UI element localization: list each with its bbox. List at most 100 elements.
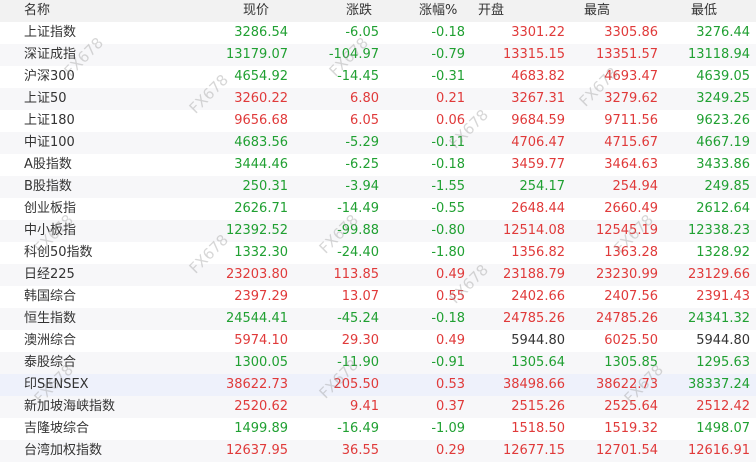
open-cell: 1518.50 bbox=[511, 421, 565, 436]
open-cell: 2515.26 bbox=[511, 399, 565, 414]
open-cell: 2648.44 bbox=[511, 201, 565, 216]
change-cell: -14.49 bbox=[337, 201, 379, 216]
high-cell: 3464.63 bbox=[604, 157, 658, 172]
table-row[interactable]: 上证180 9656.68 6.05 0.06 9684.59 9711.56 9623.2… bbox=[0, 110, 756, 132]
pct-cell: 0.49 bbox=[436, 333, 465, 348]
pct-cell: 0.21 bbox=[436, 91, 465, 106]
col-header-open[interactable]: 开盘 bbox=[474, 0, 574, 22]
change-cell: -5.29 bbox=[345, 135, 379, 150]
pct-cell: -0.18 bbox=[431, 311, 465, 326]
table-row[interactable]: 韩国综合 2397.29 13.07 0.55 2402.66 2407.56 2391.4… bbox=[0, 286, 756, 308]
pct-cell: -1.09 bbox=[431, 421, 465, 436]
index-name-cell[interactable]: 台湾加权指数 bbox=[0, 440, 206, 462]
high-cell: 24785.26 bbox=[595, 311, 658, 326]
change-cell: -14.45 bbox=[337, 69, 379, 84]
open-cell: 38498.66 bbox=[502, 377, 565, 392]
low-cell: 2612.64 bbox=[696, 201, 750, 216]
table-row[interactable]: 上证50 3260.22 6.80 0.21 3267.31 3279.62 3249.25 bbox=[0, 88, 756, 110]
change-cell: -45.24 bbox=[337, 311, 379, 326]
high-cell: 9711.56 bbox=[604, 113, 658, 128]
index-name-cell[interactable]: B股指数 bbox=[0, 176, 206, 198]
open-cell: 3267.31 bbox=[511, 91, 565, 106]
pct-cell: -0.31 bbox=[431, 69, 465, 84]
table-row[interactable]: 沪深300 4654.92 -14.45 -0.31 4683.82 4693.47 463… bbox=[0, 66, 756, 88]
high-cell: 4715.67 bbox=[604, 135, 658, 150]
table-row[interactable]: 澳洲综合 5974.10 29.30 0.49 5944.80 6025.50 5944.8… bbox=[0, 330, 756, 352]
low-cell: 3276.44 bbox=[696, 25, 750, 40]
price-cell: 24544.41 bbox=[225, 311, 288, 326]
col-header-pct[interactable]: 涨幅% bbox=[399, 0, 474, 22]
open-cell: 5944.80 bbox=[511, 333, 565, 348]
change-cell: -11.90 bbox=[337, 355, 379, 370]
high-cell: 1363.28 bbox=[604, 245, 658, 260]
index-name-cell[interactable]: 日经225 bbox=[0, 264, 206, 286]
index-name-cell[interactable]: 中证100 bbox=[0, 132, 206, 154]
index-name-cell[interactable]: 韩国综合 bbox=[0, 286, 206, 308]
table-row[interactable]: B股指数 250.31 -3.94 -1.55 254.17 254.94 249.85 bbox=[0, 176, 756, 198]
index-name-cell[interactable]: 创业板指 bbox=[0, 198, 206, 220]
price-cell: 2520.62 bbox=[234, 399, 288, 414]
table-row[interactable]: 中小板指 12392.52 -99.88 -0.80 12514.08 12545.19 1… bbox=[0, 220, 756, 242]
table-row[interactable]: 恒生指数 24544.41 -45.24 -0.18 24785.26 24785.26 2… bbox=[0, 308, 756, 330]
col-header-price[interactable]: 现价 bbox=[206, 0, 311, 22]
low-cell: 1295.63 bbox=[696, 355, 750, 370]
index-name-cell[interactable]: 科创50指数 bbox=[0, 242, 206, 264]
low-cell: 1328.92 bbox=[696, 245, 750, 260]
price-cell: 2626.71 bbox=[234, 201, 288, 216]
price-cell: 38622.73 bbox=[225, 377, 288, 392]
low-cell: 24341.32 bbox=[687, 311, 750, 326]
price-cell: 3286.54 bbox=[234, 25, 288, 40]
table-row[interactable]: 印SENSEX 38622.73 205.50 0.53 38498.66 38622.7… bbox=[0, 374, 756, 396]
high-cell: 2660.49 bbox=[604, 201, 658, 216]
table-row[interactable]: 日经225 23203.80 113.85 0.49 23188.79 23230.99 2… bbox=[0, 264, 756, 286]
pct-cell: -0.11 bbox=[431, 135, 465, 150]
index-name-cell[interactable]: 沪深300 bbox=[0, 66, 206, 88]
price-cell: 1332.30 bbox=[234, 245, 288, 260]
high-cell: 3305.86 bbox=[604, 25, 658, 40]
change-cell: 205.50 bbox=[333, 377, 380, 392]
table-row[interactable]: 吉隆坡综合 1499.89 -16.49 -1.09 1518.50 1519.32 149… bbox=[0, 418, 756, 440]
index-name-cell[interactable]: 恒生指数 bbox=[0, 308, 206, 330]
table-row[interactable]: 创业板指 2626.71 -14.49 -0.55 2648.44 2660.49 2612… bbox=[0, 198, 756, 220]
low-cell: 9623.26 bbox=[696, 113, 750, 128]
index-name-cell[interactable]: 印SENSEX bbox=[0, 374, 206, 396]
index-name-cell[interactable]: A股指数 bbox=[0, 154, 206, 176]
table-row[interactable]: A股指数 3444.46 -6.25 -0.18 3459.77 3464.63 3433.… bbox=[0, 154, 756, 176]
pct-cell: 0.49 bbox=[436, 267, 465, 282]
table-row[interactable]: 上证指数 3286.54 -6.05 -0.18 3301.22 3305.86 3276.… bbox=[0, 22, 756, 44]
index-name-cell[interactable]: 上证指数 bbox=[0, 22, 206, 44]
low-cell: 23129.66 bbox=[687, 267, 750, 282]
price-cell: 3260.22 bbox=[234, 91, 288, 106]
change-cell: -104.97 bbox=[328, 47, 379, 62]
change-cell: 6.80 bbox=[350, 91, 379, 106]
index-name-cell[interactable]: 深证成指 bbox=[0, 44, 206, 66]
table-row[interactable]: 泰股综合 1300.05 -11.90 -0.91 1305.64 1305.85 1295… bbox=[0, 352, 756, 374]
index-name-cell[interactable]: 新加坡海峡指数 bbox=[0, 396, 206, 418]
index-name-cell[interactable]: 澳洲综合 bbox=[0, 330, 206, 352]
col-header-change[interactable]: 涨跌 bbox=[311, 0, 399, 22]
open-cell: 12677.15 bbox=[502, 443, 565, 458]
index-name-cell[interactable]: 泰股综合 bbox=[0, 352, 206, 374]
change-cell: -99.88 bbox=[337, 223, 379, 238]
low-cell: 12616.91 bbox=[687, 443, 750, 458]
table-row[interactable]: 台湾加权指数 12637.95 36.55 0.29 12677.15 12701.54 1… bbox=[0, 440, 756, 462]
price-cell: 2397.29 bbox=[234, 289, 288, 304]
pct-cell: 0.55 bbox=[436, 289, 465, 304]
pct-cell: -0.79 bbox=[431, 47, 465, 62]
table-row[interactable]: 中证100 4683.56 -5.29 -0.11 4706.47 4715.67 4667… bbox=[0, 132, 756, 154]
index-name-cell[interactable]: 上证180 bbox=[0, 110, 206, 132]
col-header-name[interactable]: 名称 bbox=[0, 0, 206, 22]
table-row[interactable]: 深证成指 13179.07 -104.97 -0.79 13315.15 13351.57… bbox=[0, 44, 756, 66]
price-cell: 23203.80 bbox=[225, 267, 288, 282]
index-name-cell[interactable]: 上证50 bbox=[0, 88, 206, 110]
table-row[interactable]: 科创50指数 1332.30 -24.40 -1.80 1356.82 1363.28 13… bbox=[0, 242, 756, 264]
index-name-cell[interactable]: 吉隆坡综合 bbox=[0, 418, 206, 440]
col-header-low[interactable]: 最低 bbox=[674, 0, 756, 22]
price-cell: 4654.92 bbox=[234, 69, 288, 84]
table-row[interactable]: 新加坡海峡指数 2520.62 9.41 0.37 2515.26 2525.64 2512… bbox=[0, 396, 756, 418]
col-header-high[interactable]: 最高 bbox=[574, 0, 674, 22]
open-cell: 1305.64 bbox=[511, 355, 565, 370]
open-cell: 2402.66 bbox=[511, 289, 565, 304]
index-name-cell[interactable]: 中小板指 bbox=[0, 220, 206, 242]
table-header: 名称 现价 涨跌 涨幅% 开盘 最高 最低 bbox=[0, 0, 756, 22]
